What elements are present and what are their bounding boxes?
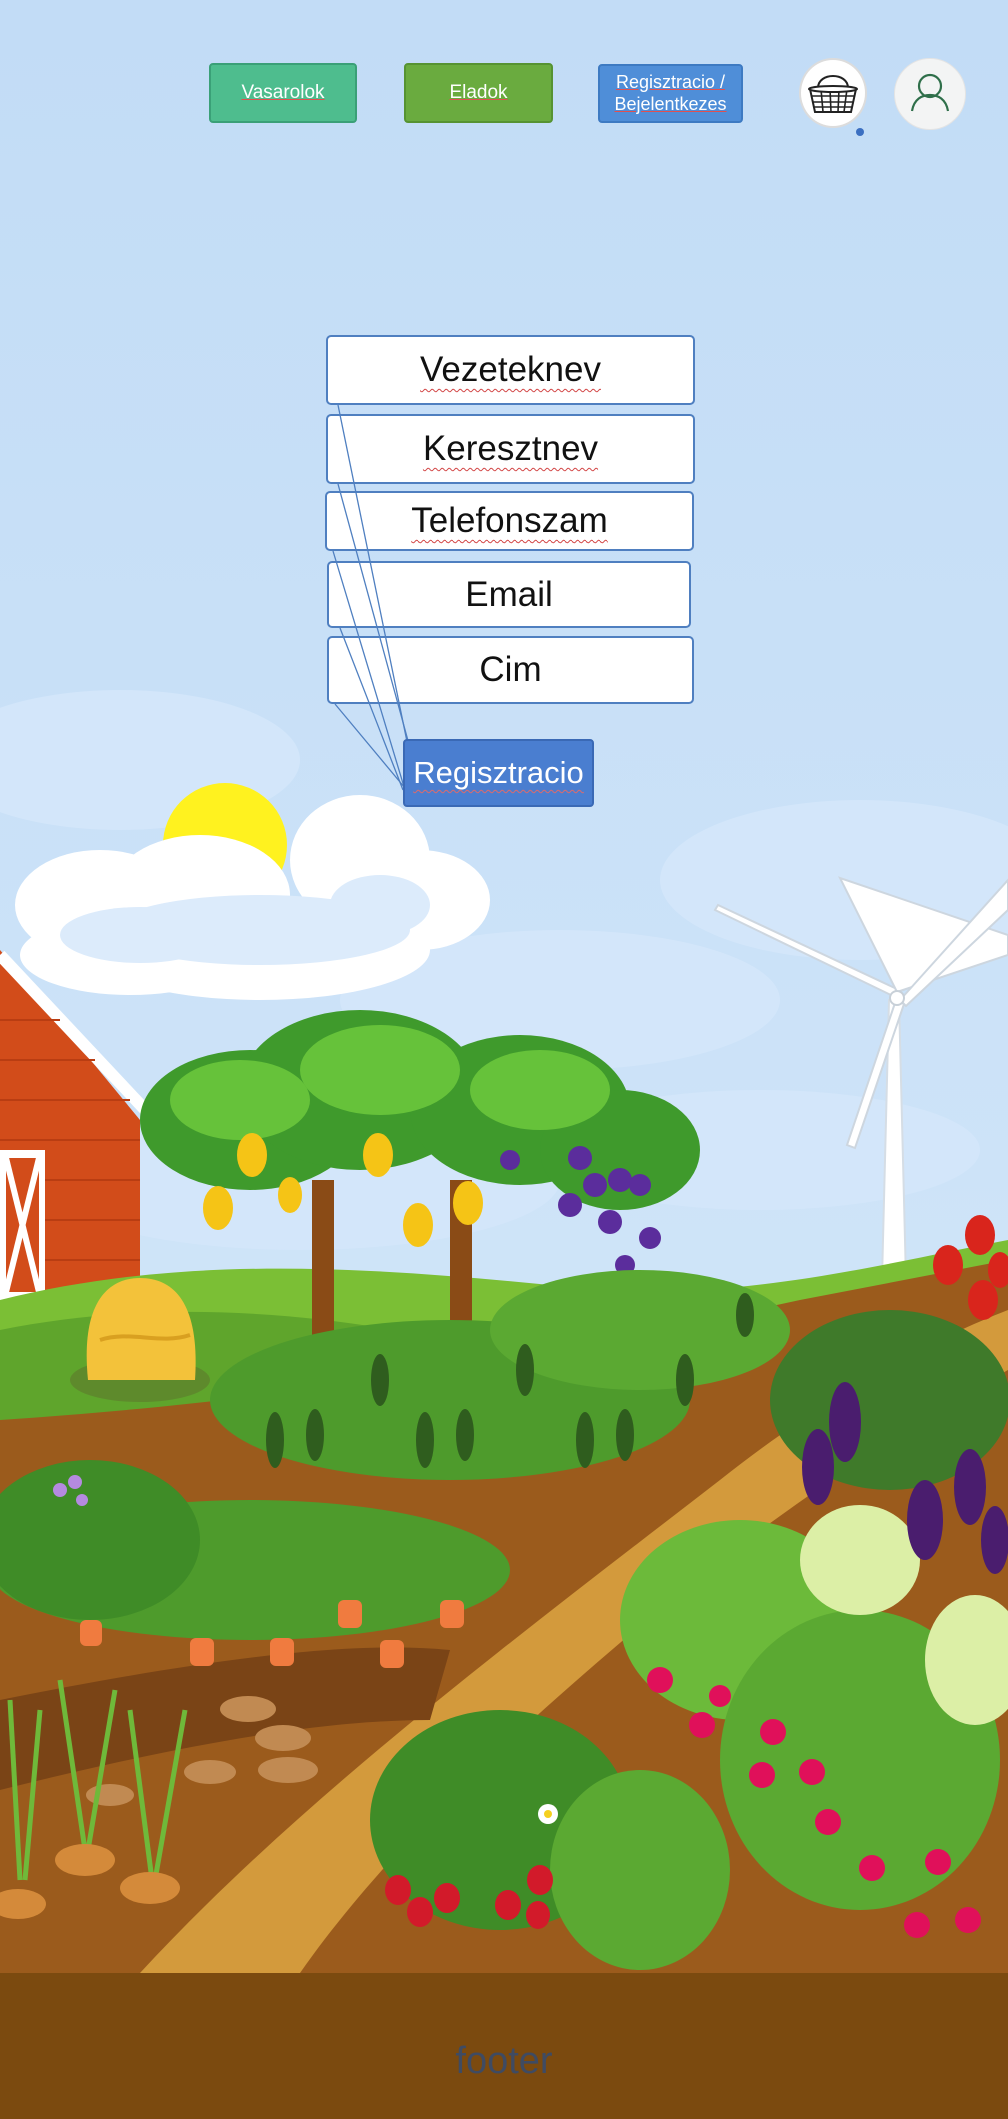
lettuce [800, 1505, 920, 1615]
address-label: Cim [479, 650, 542, 689]
register-submit-button[interactable]: Regisztracio [403, 739, 594, 807]
sellers-nav-button[interactable]: Eladok [404, 63, 553, 123]
footer-label: footer [455, 2039, 553, 2082]
first-name-label: Keresztnev [422, 429, 599, 468]
sellers-nav-label: Eladok [449, 81, 508, 103]
register-login-label-line2: Bejelentkezes [614, 93, 727, 114]
user-icon [910, 73, 950, 112]
last-name-field[interactable]: Vezeteknev [326, 335, 695, 405]
email-field[interactable]: Email [327, 561, 691, 628]
cart-button[interactable] [799, 58, 867, 128]
basket-icon [808, 75, 858, 113]
register-submit-label: Regisztracio [413, 755, 584, 790]
cart-notification-dot [856, 128, 864, 136]
footer: footer [0, 1973, 1008, 2119]
buyers-nav-button[interactable]: Vasarolok [209, 63, 357, 123]
phone-label: Telefonszam [411, 501, 608, 540]
register-login-nav-button[interactable]: Regisztracio / Bejelentkezes [598, 64, 743, 123]
page: Vasarolok Eladok Regisztracio / Bejelent… [0, 0, 1008, 2119]
profile-button[interactable] [894, 58, 966, 130]
first-name-field[interactable]: Keresztnev [326, 414, 695, 484]
phone-field[interactable]: Telefonszam [325, 491, 694, 551]
email-label: Email [465, 574, 553, 614]
register-login-label-line1: Regisztracio / [615, 71, 726, 92]
barn [0, 950, 155, 1310]
address-field[interactable]: Cim [327, 636, 694, 704]
buyers-nav-label: Vasarolok [241, 81, 325, 103]
farm-scene-illustration [0, 690, 1008, 1973]
last-name-label: Vezeteknev [420, 350, 601, 389]
